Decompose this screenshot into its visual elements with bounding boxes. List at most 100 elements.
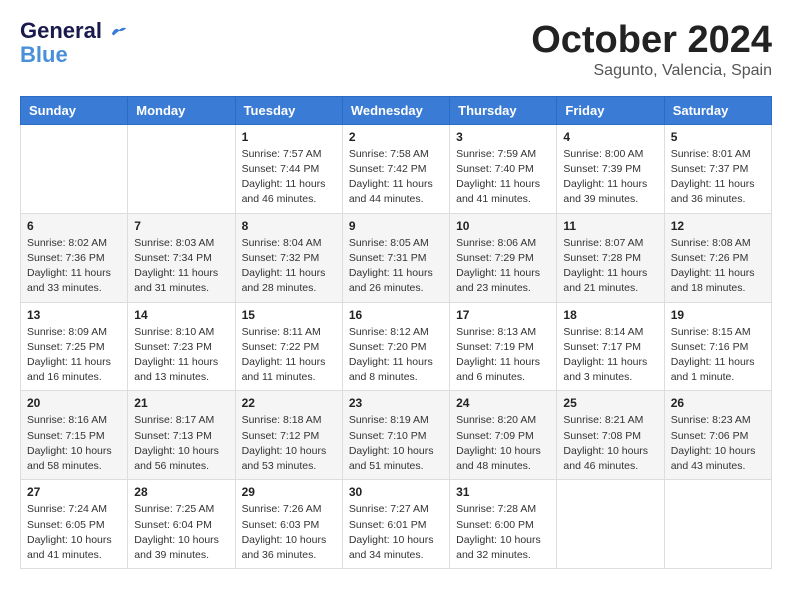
weekday-header-thursday: Thursday — [450, 96, 557, 124]
day-number: 2 — [349, 130, 443, 144]
calendar-week-1: 1 Sunrise: 7:57 AM Sunset: 7:44 PM Daylig… — [21, 124, 772, 213]
calendar-cell: 10 Sunrise: 8:06 AM Sunset: 7:29 PM Dayli… — [450, 213, 557, 302]
calendar-cell: 12 Sunrise: 8:08 AM Sunset: 7:26 PM Dayli… — [664, 213, 771, 302]
day-number: 24 — [456, 396, 550, 410]
day-info: Sunrise: 8:17 AM Sunset: 7:13 PM Dayligh… — [134, 413, 228, 474]
day-number: 12 — [671, 219, 765, 233]
day-number: 15 — [242, 308, 336, 322]
day-number: 20 — [27, 396, 121, 410]
day-number: 23 — [349, 396, 443, 410]
weekday-header-saturday: Saturday — [664, 96, 771, 124]
day-info: Sunrise: 8:06 AM Sunset: 7:29 PM Dayligh… — [456, 236, 550, 297]
day-info: Sunrise: 8:01 AM Sunset: 7:37 PM Dayligh… — [671, 147, 765, 208]
day-number: 16 — [349, 308, 443, 322]
calendar-week-5: 27 Sunrise: 7:24 AM Sunset: 6:05 PM Dayli… — [21, 480, 772, 569]
calendar-cell: 30 Sunrise: 7:27 AM Sunset: 6:01 PM Dayli… — [342, 480, 449, 569]
day-info: Sunrise: 8:10 AM Sunset: 7:23 PM Dayligh… — [134, 325, 228, 386]
location-title: Sagunto, Valencia, Spain — [531, 62, 772, 80]
day-number: 17 — [456, 308, 550, 322]
day-info: Sunrise: 8:23 AM Sunset: 7:06 PM Dayligh… — [671, 413, 765, 474]
calendar-cell: 9 Sunrise: 8:05 AM Sunset: 7:31 PM Daylig… — [342, 213, 449, 302]
calendar-week-4: 20Sunrise: 8:16 AM Sunset: 7:15 PM Dayli… — [21, 391, 772, 480]
day-info: Sunrise: 7:24 AM Sunset: 6:05 PM Dayligh… — [27, 502, 121, 563]
day-number: 5 — [671, 130, 765, 144]
calendar-cell: 25Sunrise: 8:21 AM Sunset: 7:08 PM Dayli… — [557, 391, 664, 480]
logo: General Blue — [20, 20, 128, 68]
day-number: 21 — [134, 396, 228, 410]
day-info: Sunrise: 8:09 AM Sunset: 7:25 PM Dayligh… — [27, 325, 121, 386]
day-info: Sunrise: 8:13 AM Sunset: 7:19 PM Dayligh… — [456, 325, 550, 386]
day-number: 30 — [349, 485, 443, 499]
day-number: 10 — [456, 219, 550, 233]
calendar-cell: 13 Sunrise: 8:09 AM Sunset: 7:25 PM Dayli… — [21, 302, 128, 391]
weekday-header-monday: Monday — [128, 96, 235, 124]
day-info: Sunrise: 7:26 AM Sunset: 6:03 PM Dayligh… — [242, 502, 336, 563]
calendar-cell — [21, 124, 128, 213]
day-number: 13 — [27, 308, 121, 322]
calendar-week-2: 6 Sunrise: 8:02 AM Sunset: 7:36 PM Daylig… — [21, 213, 772, 302]
calendar-cell: 24Sunrise: 8:20 AM Sunset: 7:09 PM Dayli… — [450, 391, 557, 480]
logo-text-blue: Blue — [20, 42, 68, 68]
header: General Blue October 2024 Sagunto, Valen… — [20, 20, 772, 80]
calendar-cell: 14Sunrise: 8:10 AM Sunset: 7:23 PM Dayli… — [128, 302, 235, 391]
day-number: 6 — [27, 219, 121, 233]
day-number: 26 — [671, 396, 765, 410]
calendar-cell — [128, 124, 235, 213]
day-info: Sunrise: 8:12 AM Sunset: 7:20 PM Dayligh… — [349, 325, 443, 386]
day-info: Sunrise: 8:08 AM Sunset: 7:26 PM Dayligh… — [671, 236, 765, 297]
calendar-cell: 18 Sunrise: 8:14 AM Sunset: 7:17 PM Dayli… — [557, 302, 664, 391]
calendar-cell: 17 Sunrise: 8:13 AM Sunset: 7:19 PM Dayli… — [450, 302, 557, 391]
day-info: Sunrise: 8:14 AM Sunset: 7:17 PM Dayligh… — [563, 325, 657, 386]
month-title: October 2024 — [531, 20, 772, 62]
calendar-cell: 28Sunrise: 7:25 AM Sunset: 6:04 PM Dayli… — [128, 480, 235, 569]
day-number: 1 — [242, 130, 336, 144]
day-number: 27 — [27, 485, 121, 499]
day-info: Sunrise: 8:02 AM Sunset: 7:36 PM Dayligh… — [27, 236, 121, 297]
calendar-cell: 31 Sunrise: 7:28 AM Sunset: 6:00 PM Dayli… — [450, 480, 557, 569]
day-info: Sunrise: 8:18 AM Sunset: 7:12 PM Dayligh… — [242, 413, 336, 474]
calendar-week-3: 13 Sunrise: 8:09 AM Sunset: 7:25 PM Dayli… — [21, 302, 772, 391]
calendar-cell: 23 Sunrise: 8:19 AM Sunset: 7:10 PM Dayli… — [342, 391, 449, 480]
day-info: Sunrise: 8:15 AM Sunset: 7:16 PM Dayligh… — [671, 325, 765, 386]
weekday-header-tuesday: Tuesday — [235, 96, 342, 124]
day-info: Sunrise: 7:27 AM Sunset: 6:01 PM Dayligh… — [349, 502, 443, 563]
calendar-cell: 26 Sunrise: 8:23 AM Sunset: 7:06 PM Dayli… — [664, 391, 771, 480]
day-info: Sunrise: 7:57 AM Sunset: 7:44 PM Dayligh… — [242, 147, 336, 208]
day-number: 29 — [242, 485, 336, 499]
day-info: Sunrise: 8:04 AM Sunset: 7:32 PM Dayligh… — [242, 236, 336, 297]
calendar-cell: 16 Sunrise: 8:12 AM Sunset: 7:20 PM Dayli… — [342, 302, 449, 391]
day-info: Sunrise: 8:19 AM Sunset: 7:10 PM Dayligh… — [349, 413, 443, 474]
day-number: 19 — [671, 308, 765, 322]
calendar-cell: 3 Sunrise: 7:59 AM Sunset: 7:40 PM Daylig… — [450, 124, 557, 213]
logo-text-general: General — [20, 20, 128, 42]
calendar-cell: 22 Sunrise: 8:18 AM Sunset: 7:12 PM Dayli… — [235, 391, 342, 480]
day-info: Sunrise: 7:58 AM Sunset: 7:42 PM Dayligh… — [349, 147, 443, 208]
day-info: Sunrise: 7:59 AM Sunset: 7:40 PM Dayligh… — [456, 147, 550, 208]
day-number: 3 — [456, 130, 550, 144]
day-info: Sunrise: 7:28 AM Sunset: 6:00 PM Dayligh… — [456, 502, 550, 563]
day-number: 7 — [134, 219, 228, 233]
calendar-cell: 1 Sunrise: 7:57 AM Sunset: 7:44 PM Daylig… — [235, 124, 342, 213]
day-info: Sunrise: 8:05 AM Sunset: 7:31 PM Dayligh… — [349, 236, 443, 297]
weekday-header-friday: Friday — [557, 96, 664, 124]
day-number: 22 — [242, 396, 336, 410]
day-number: 4 — [563, 130, 657, 144]
calendar-cell: 15 Sunrise: 8:11 AM Sunset: 7:22 PM Dayli… — [235, 302, 342, 391]
day-number: 18 — [563, 308, 657, 322]
day-number: 31 — [456, 485, 550, 499]
calendar-cell: 4Sunrise: 8:00 AM Sunset: 7:39 PM Daylig… — [557, 124, 664, 213]
day-info: Sunrise: 8:11 AM Sunset: 7:22 PM Dayligh… — [242, 325, 336, 386]
day-number: 9 — [349, 219, 443, 233]
title-area: October 2024 Sagunto, Valencia, Spain — [531, 20, 772, 80]
bird-icon — [110, 24, 128, 38]
calendar-cell: 29 Sunrise: 7:26 AM Sunset: 6:03 PM Dayli… — [235, 480, 342, 569]
calendar-cell: 6 Sunrise: 8:02 AM Sunset: 7:36 PM Daylig… — [21, 213, 128, 302]
calendar-header: SundayMondayTuesdayWednesdayThursdayFrid… — [21, 96, 772, 124]
day-info: Sunrise: 8:21 AM Sunset: 7:08 PM Dayligh… — [563, 413, 657, 474]
calendar-cell: 20Sunrise: 8:16 AM Sunset: 7:15 PM Dayli… — [21, 391, 128, 480]
calendar-cell: 2 Sunrise: 7:58 AM Sunset: 7:42 PM Daylig… — [342, 124, 449, 213]
day-number: 11 — [563, 219, 657, 233]
day-info: Sunrise: 8:07 AM Sunset: 7:28 PM Dayligh… — [563, 236, 657, 297]
calendar-cell: 8Sunrise: 8:04 AM Sunset: 7:32 PM Daylig… — [235, 213, 342, 302]
calendar-cell: 5 Sunrise: 8:01 AM Sunset: 7:37 PM Daylig… — [664, 124, 771, 213]
